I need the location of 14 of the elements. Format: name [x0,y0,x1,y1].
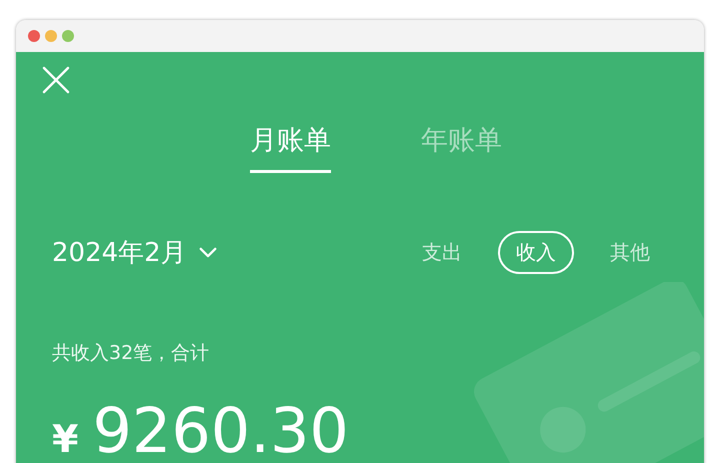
currency-symbol: ¥ [52,417,78,461]
filter-tab[interactable]: 其他 [592,231,668,274]
summary-text: 共收入32笔，合计 [52,341,210,366]
close-icon[interactable] [42,66,70,94]
minimize-window-button[interactable] [45,30,57,42]
filter-tab[interactable]: 收入 [498,231,574,274]
close-window-button[interactable] [28,30,40,42]
tab[interactable]: 月账单 [250,122,331,173]
tab[interactable]: 年账单 [421,122,502,173]
month-picker[interactable]: 2024年2月 [52,235,217,270]
filter-tab[interactable]: 支出 [404,231,480,274]
chevron-down-icon [198,247,217,258]
maximize-window-button[interactable] [62,30,74,42]
total-amount: 9260.30 [92,394,349,463]
